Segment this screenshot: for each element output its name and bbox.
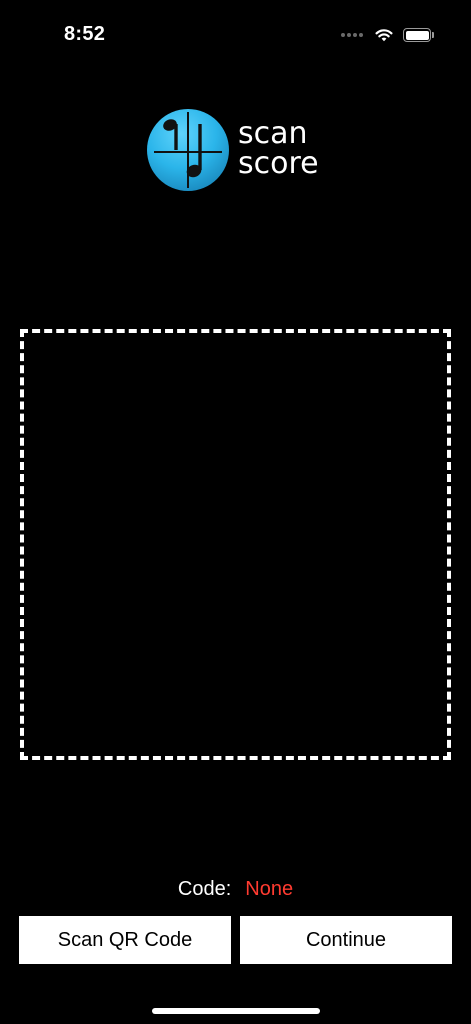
logo-text-line1: scan bbox=[238, 116, 308, 151]
code-value: None bbox=[245, 878, 294, 900]
app-logo: scan score bbox=[146, 107, 336, 193]
code-status: Code: None bbox=[0, 878, 471, 901]
status-bar: 8:52 bbox=[0, 0, 471, 60]
logo-text-line2: score bbox=[238, 146, 319, 181]
cellular-signal-icon bbox=[341, 33, 365, 37]
code-label: Code: bbox=[177, 878, 232, 900]
music-note-icon bbox=[147, 109, 229, 191]
scan-viewfinder bbox=[20, 329, 451, 760]
home-indicator[interactable] bbox=[152, 1008, 320, 1014]
continue-button[interactable]: Continue bbox=[240, 916, 452, 964]
logo-wordmark: scan score bbox=[238, 119, 319, 179]
scan-qr-code-button[interactable]: Scan QR Code bbox=[19, 916, 231, 964]
wifi-icon bbox=[375, 29, 393, 42]
battery-icon bbox=[403, 28, 434, 42]
status-icons bbox=[341, 26, 434, 44]
status-time: 8:52 bbox=[64, 23, 106, 45]
